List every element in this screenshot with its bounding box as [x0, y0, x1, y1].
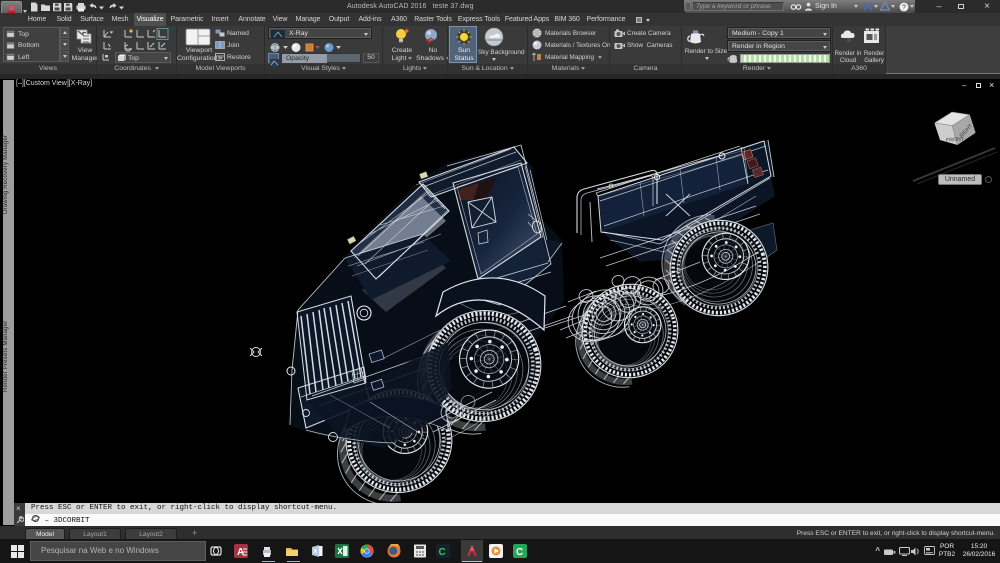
svg-text:C: C: [516, 547, 523, 558]
svg-text:C: C: [439, 547, 446, 558]
svg-text:?: ?: [902, 4, 906, 11]
